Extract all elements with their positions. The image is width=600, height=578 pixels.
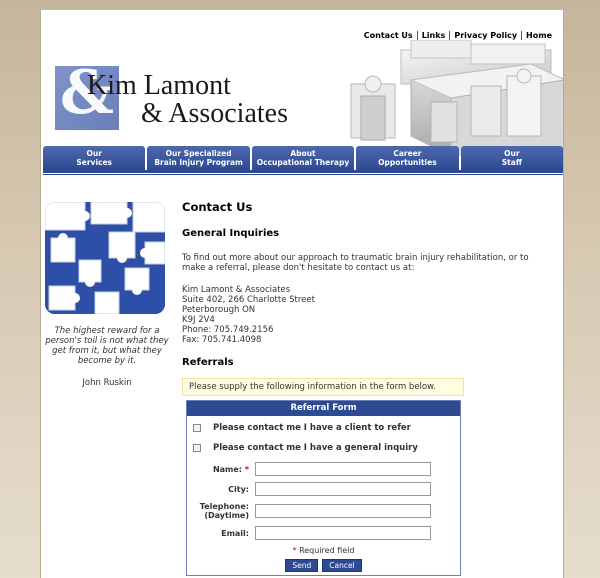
referral-form: Referral Form Please contact me I have a… <box>186 400 461 576</box>
sidebar-puzzle-image <box>45 202 165 314</box>
nav-label-line1: Our <box>86 149 102 158</box>
top-links: Contact Us Links Privacy Policy Home <box>360 31 552 40</box>
form-title: Referral Form <box>187 401 460 416</box>
header-puzzle-image <box>350 40 563 156</box>
required-field-note: * Required field <box>187 546 460 555</box>
nav-label-line1: About <box>290 149 316 158</box>
client-checkbox[interactable] <box>193 424 201 432</box>
nav-our-staff[interactable]: Our Staff <box>460 146 563 170</box>
sidebar-quote-author: John Ruskin <box>82 378 132 388</box>
address-line: K9J 2V4 <box>182 315 215 325</box>
city-label: City: <box>228 484 249 494</box>
nav-label-line2: Occupational Therapy <box>256 158 350 167</box>
general-inquiries-heading: General Inquiries <box>182 228 280 239</box>
email-label: Email: <box>221 528 249 538</box>
name-row: Name: * <box>187 462 460 476</box>
top-link-home[interactable]: Home <box>521 31 552 40</box>
address-line: Kim Lamont & Associates <box>182 285 291 295</box>
required-field-text: Required field <box>299 546 355 555</box>
top-link-privacy[interactable]: Privacy Policy <box>449 31 521 40</box>
email-input[interactable] <box>255 526 431 540</box>
nav-brain-injury-program[interactable]: Our Specialized Brain Injury Program <box>147 146 250 170</box>
required-star: * <box>244 464 249 474</box>
phone-label: Telephone: (Daytime) <box>187 502 249 520</box>
phone-input[interactable] <box>255 504 431 518</box>
contact-address: Kim Lamont & Associates Suite 402, 266 C… <box>182 285 552 345</box>
phone-row: Telephone: (Daytime) <box>187 502 460 520</box>
top-link-links[interactable]: Links <box>416 31 450 40</box>
nav-label-line2: Brain Injury Program <box>154 158 243 167</box>
check-row-client: Please contact me I have a client to ref… <box>187 418 460 438</box>
phone-label-line2: (Daytime) <box>204 511 249 520</box>
nav-label-line2: Services <box>76 158 113 167</box>
form-buttons: Send Cancel <box>187 559 460 572</box>
name-input[interactable] <box>255 462 431 476</box>
address-line: Phone: 705.749.2156 <box>182 325 274 335</box>
city-row: City: <box>187 482 460 496</box>
cancel-button[interactable]: Cancel <box>322 559 362 572</box>
address-line: Fax: 705.741.4098 <box>182 335 262 345</box>
logo[interactable]: & Kim Lamont & Associates <box>55 58 335 130</box>
general-inquiry-checkbox[interactable] <box>193 444 201 452</box>
form-notice: Please supply the following information … <box>182 378 464 396</box>
address-line: Suite 402, 266 Charlotte Street <box>182 295 315 305</box>
nav-label-line1: Our <box>504 149 520 158</box>
client-checkbox-label: Please contact me I have a client to ref… <box>213 423 411 433</box>
nav-label-line1: Our Specialized <box>165 149 232 158</box>
name-label: Name: * <box>187 465 249 474</box>
top-link-contact[interactable]: Contact Us <box>360 31 417 40</box>
nav-label-line2: Opportunities <box>378 158 437 167</box>
address-line: Peterborough ON <box>182 305 256 315</box>
send-button[interactable]: Send <box>285 559 319 572</box>
name-label-text: Name: <box>212 464 243 474</box>
sidebar-quote: The highest reward for a person's toil i… <box>45 326 169 366</box>
general-inquiry-checkbox-label: Please contact me I have a general inqui… <box>213 443 418 453</box>
intro-text: To find out more about our approach to t… <box>182 253 529 273</box>
page-title: Contact Us <box>182 200 253 214</box>
page: Contact Us Links Privacy Policy Home & K… <box>40 10 564 578</box>
logo-associates: & Associates <box>141 98 288 129</box>
main-nav: Our Services Our Specialized Brain Injur… <box>43 146 563 170</box>
nav-occupational-therapy[interactable]: About Occupational Therapy <box>251 146 355 170</box>
main-content: Contact Us General Inquiries To find out… <box>182 200 552 576</box>
city-input[interactable] <box>255 482 431 496</box>
email-row: Email: <box>187 526 460 540</box>
nav-career-opportunities[interactable]: Career Opportunities <box>356 146 459 170</box>
required-star: * <box>292 546 297 555</box>
nav-divider-thin <box>43 174 563 175</box>
nav-our-services[interactable]: Our Services <box>43 146 146 170</box>
nav-label-line1: Career <box>393 149 422 158</box>
check-row-general: Please contact me I have a general inqui… <box>187 438 460 458</box>
phone-label-line1: Telephone: <box>199 502 249 511</box>
nav-divider <box>43 170 563 173</box>
referrals-heading: Referrals <box>182 357 234 368</box>
nav-label-line2: Staff <box>501 158 522 167</box>
